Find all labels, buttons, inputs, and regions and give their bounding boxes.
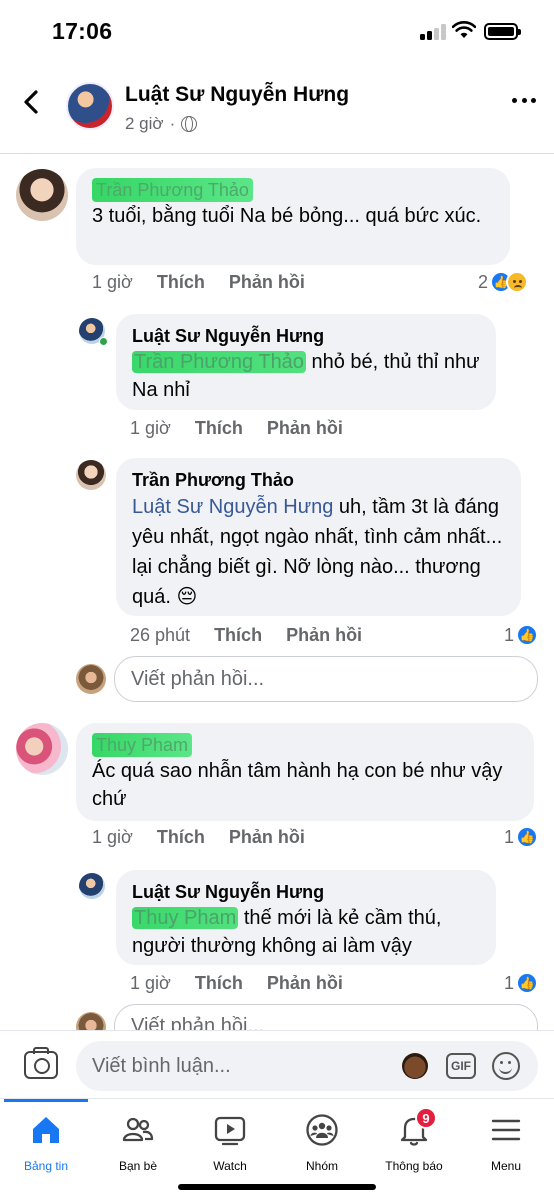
- reply-button[interactable]: Phản hồi: [267, 973, 343, 994]
- like-button[interactable]: Thích: [195, 973, 243, 994]
- tab-friends[interactable]: Bạn bè: [92, 1113, 184, 1173]
- watch-icon: [214, 1116, 246, 1146]
- reaction-summary[interactable]: 2 👍: [478, 271, 529, 293]
- battery-icon: [484, 23, 521, 40]
- post-header: Luật Sư Nguyễn Hưng 2 giờ ·: [0, 62, 554, 154]
- comment-bubble[interactable]: Thuy Pham Ác quá sao nhẫn tâm hành hạ co…: [76, 723, 534, 821]
- tab-label: Thông báo: [385, 1159, 443, 1173]
- tab-home[interactable]: Bảng tin: [0, 1113, 92, 1173]
- comment-actions: 1 giờ Thích Phản hồi: [92, 272, 329, 293]
- notification-badge: 9: [415, 1107, 437, 1129]
- reaction-count: 1: [504, 624, 515, 645]
- reaction-summary[interactable]: 1 👍: [504, 624, 539, 646]
- reply-time[interactable]: 1 giờ: [130, 973, 171, 994]
- page-name[interactable]: Luật Sư Nguyễn Hưng: [125, 83, 349, 107]
- comment-time[interactable]: 1 giờ: [92, 272, 133, 293]
- tab-label: Watch: [213, 1159, 247, 1173]
- mention-tag[interactable]: Thuy Pham: [132, 907, 239, 929]
- comment-text: Ác quá sao nhẫn tâm hành hạ con bé như v…: [92, 760, 503, 810]
- reaction-count: 1: [504, 972, 515, 993]
- like-button[interactable]: Thích: [157, 272, 205, 293]
- avatar[interactable]: [16, 169, 68, 221]
- like-button[interactable]: Thích: [195, 418, 243, 439]
- back-button[interactable]: [16, 86, 48, 118]
- tab-groups[interactable]: Nhóm: [276, 1113, 368, 1173]
- comment-input-placeholder: Viết bình luận...: [92, 1054, 231, 1077]
- reply-actions: 1 giờ Thích Phản hồi: [130, 973, 367, 994]
- comment-author[interactable]: Thuy Pham: [92, 733, 518, 757]
- post-time: 2 giờ: [125, 114, 164, 133]
- reply-author[interactable]: Luật Sư Nguyễn Hưng: [132, 324, 480, 348]
- menu-icon: [491, 1119, 521, 1141]
- avatar[interactable]: [76, 460, 106, 490]
- post-meta: 2 giờ ·: [125, 114, 198, 134]
- tab-label: Bạn bè: [118, 1159, 158, 1173]
- page-avatar[interactable]: [66, 82, 114, 130]
- like-reaction-icon: 👍: [516, 826, 539, 848]
- reply-text: Luật Sư Nguyễn Hưng uh, tầm 3t là đáng y…: [132, 496, 503, 608]
- reply-input[interactable]: Viết phản hồi...: [114, 656, 538, 702]
- comment-time[interactable]: 1 giờ: [92, 827, 133, 848]
- home-indicator: [178, 1184, 376, 1190]
- tab-label: Bảng tin: [23, 1159, 69, 1173]
- status-bar: 17:06: [0, 0, 554, 62]
- reply-bubble[interactable]: Trần Phương Thảo Luật Sư Nguyễn Hưng uh,…: [116, 458, 521, 616]
- reply-text: Trần Phương Thảo nhỏ bé, thủ thỉ như Na …: [132, 351, 480, 401]
- reaction-summary[interactable]: 1 👍: [504, 826, 539, 848]
- comment-actions: 1 giờ Thích Phản hồi: [92, 827, 329, 848]
- reply-author[interactable]: Luật Sư Nguyễn Hưng: [132, 880, 480, 904]
- reply-button[interactable]: Phản hồi: [229, 827, 305, 848]
- comment-bubble[interactable]: Trần Phương Thảo 3 tuổi, bằng tuổi Na bé…: [76, 168, 510, 265]
- comment-text: 3 tuổi, bằng tuổi Na bé bỏng... quá bức …: [92, 205, 482, 227]
- comment-composer: Viết bình luận... GIF: [0, 1030, 554, 1098]
- reply-button[interactable]: Phản hồi: [286, 625, 362, 646]
- reply-author[interactable]: Trần Phương Thảo: [132, 468, 505, 492]
- reply-text: Thuy Pham thế mới là kẻ cầm thú, người t…: [132, 907, 442, 957]
- reply-time[interactable]: 26 phút: [130, 625, 190, 646]
- like-reaction-icon: 👍: [516, 624, 539, 646]
- avatar[interactable]: [16, 723, 68, 775]
- reply-actions: 26 phút Thích Phản hồi: [130, 625, 386, 646]
- reply-time[interactable]: 1 giờ: [130, 418, 171, 439]
- reaction-count: 2: [478, 271, 489, 292]
- gif-button[interactable]: GIF: [446, 1053, 476, 1079]
- reaction-summary[interactable]: 1 👍: [504, 972, 539, 994]
- like-reaction-icon: 👍: [516, 972, 539, 994]
- like-button[interactable]: Thích: [157, 827, 205, 848]
- emoji-icon[interactable]: [492, 1052, 520, 1080]
- tab-notifications[interactable]: 9 Thông báo: [368, 1107, 460, 1173]
- bell-icon: 9: [397, 1107, 437, 1147]
- tab-label: Menu: [490, 1159, 522, 1173]
- tab-menu[interactable]: Menu: [460, 1113, 552, 1173]
- reaction-count: 1: [504, 826, 515, 847]
- active-tab-indicator: [4, 1099, 88, 1102]
- friends-icon: [122, 1117, 154, 1142]
- more-options-button[interactable]: [512, 98, 536, 106]
- meta-separator: ·: [169, 114, 176, 133]
- avatar[interactable]: [79, 873, 105, 899]
- tab-label: Nhóm: [305, 1159, 338, 1173]
- like-button[interactable]: Thích: [214, 625, 262, 646]
- cellular-signal-icon: [420, 24, 446, 40]
- reply-button[interactable]: Phản hồi: [267, 418, 343, 439]
- tab-watch[interactable]: Watch: [184, 1113, 276, 1173]
- sad-reaction-icon: [506, 271, 529, 293]
- my-avatar: [76, 664, 106, 694]
- reply-bubble[interactable]: Luật Sư Nguyễn Hưng Thuy Pham thế mới là…: [116, 870, 496, 965]
- mention-tag[interactable]: Trần Phương Thảo: [132, 351, 306, 373]
- camera-icon[interactable]: [24, 1047, 58, 1079]
- public-globe-icon: [181, 116, 198, 132]
- groups-icon: [306, 1114, 338, 1146]
- comment-author[interactable]: Trần Phương Thảo: [92, 178, 494, 202]
- wifi-icon: [452, 21, 476, 38]
- reply-actions: 1 giờ Thích Phản hồi: [130, 418, 367, 439]
- avatar-sticker-icon[interactable]: [402, 1053, 428, 1079]
- mention-tag[interactable]: Luật Sư Nguyễn Hưng: [132, 496, 333, 518]
- status-time: 17:06: [52, 18, 113, 44]
- reply-button[interactable]: Phản hồi: [229, 272, 305, 293]
- online-indicator: [99, 337, 108, 346]
- home-icon: [33, 1117, 59, 1143]
- reply-bubble[interactable]: Luật Sư Nguyễn Hưng Trần Phương Thảo nhỏ…: [116, 314, 496, 410]
